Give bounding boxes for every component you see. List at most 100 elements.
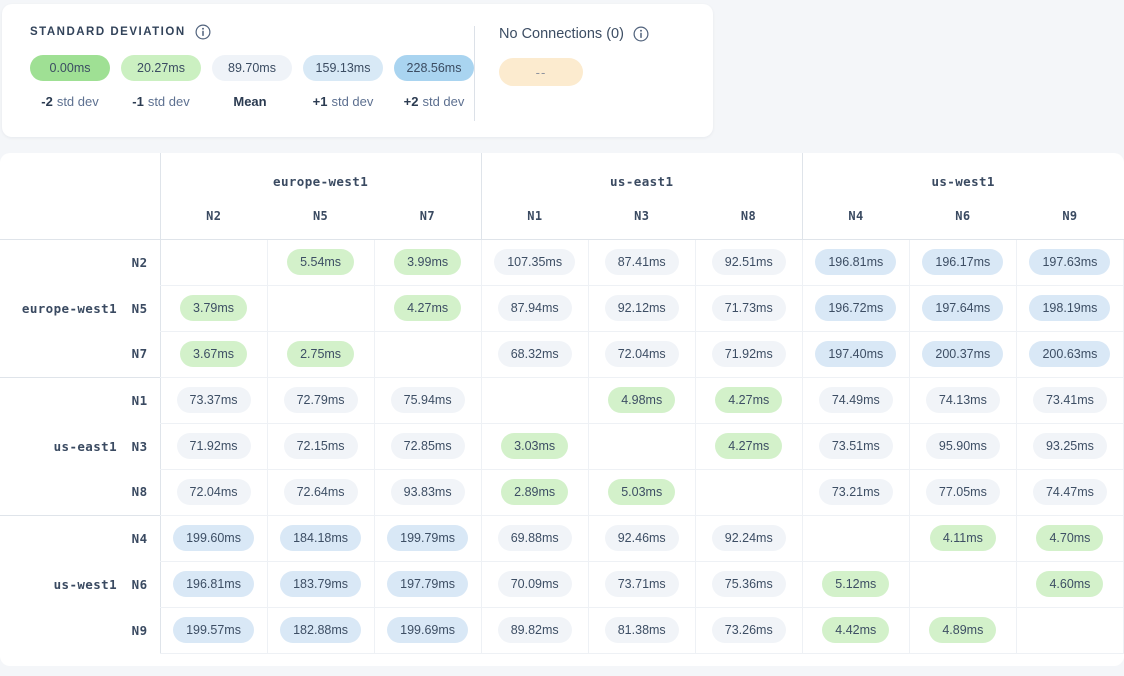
latency-pill[interactable]: 183.79ms — [280, 571, 361, 597]
latency-pill[interactable]: 92.46ms — [605, 525, 679, 551]
latency-pill[interactable]: 4.60ms — [1036, 571, 1103, 597]
latency-pill[interactable]: 72.15ms — [284, 433, 358, 459]
latency-pill[interactable]: 72.64ms — [284, 479, 358, 505]
latency-pill[interactable]: 4.11ms — [930, 525, 996, 551]
latency-pill[interactable]: 4.27ms — [715, 387, 782, 413]
latency-pill[interactable]: 196.72ms — [815, 295, 896, 321]
latency-pill[interactable]: 89.82ms — [498, 617, 572, 643]
latency-cell: 69.88ms — [481, 515, 588, 561]
latency-pill[interactable]: 4.89ms — [929, 617, 996, 643]
latency-pill[interactable]: 199.79ms — [387, 525, 468, 551]
latency-pill[interactable]: 74.49ms — [819, 387, 893, 413]
latency-cell: 4.11ms — [909, 515, 1016, 561]
latency-pill[interactable]: 200.37ms — [922, 341, 1003, 367]
latency-pill[interactable]: 3.79ms — [180, 295, 247, 321]
latency-cell: 3.99ms — [374, 239, 481, 285]
latency-pill[interactable]: 198.19ms — [1029, 295, 1110, 321]
latency-pill[interactable]: 92.24ms — [712, 525, 786, 551]
latency-pill[interactable]: 74.13ms — [926, 387, 1000, 413]
latency-pill[interactable]: 73.51ms — [819, 433, 893, 459]
latency-pill[interactable]: 4.98ms — [608, 387, 675, 413]
latency-cell: 5.12ms — [802, 561, 909, 607]
column-group-header: us-west1 — [802, 153, 1123, 199]
latency-pill[interactable]: 196.81ms — [815, 249, 896, 275]
latency-pill[interactable]: 72.79ms — [284, 387, 358, 413]
latency-pill[interactable]: 72.04ms — [177, 479, 251, 505]
latency-pill[interactable]: 184.18ms — [280, 525, 361, 551]
latency-pill[interactable]: 73.71ms — [605, 571, 679, 597]
latency-cell: 3.67ms — [160, 331, 267, 377]
latency-pill[interactable]: 197.79ms — [387, 571, 468, 597]
latency-cell: 196.17ms — [909, 239, 1016, 285]
latency-cell: 93.25ms — [1016, 423, 1123, 469]
latency-pill[interactable]: 200.63ms — [1029, 341, 1110, 367]
latency-pill[interactable]: 69.88ms — [498, 525, 572, 551]
node-row-header: N3 — [118, 423, 160, 469]
latency-pill[interactable]: 2.75ms — [287, 341, 354, 367]
latency-pill[interactable]: 182.88ms — [280, 617, 361, 643]
legend-label: -2std dev — [30, 94, 110, 109]
latency-pill[interactable]: 196.81ms — [173, 571, 254, 597]
latency-cell: 70.09ms — [481, 561, 588, 607]
latency-cell: 72.04ms — [588, 331, 695, 377]
latency-cell: 4.27ms — [374, 285, 481, 331]
latency-pill[interactable]: 71.92ms — [712, 341, 786, 367]
latency-pill[interactable]: 92.12ms — [605, 295, 679, 321]
latency-pill[interactable]: 93.83ms — [391, 479, 465, 505]
latency-pill[interactable]: 4.42ms — [822, 617, 889, 643]
node-column-header: N5 — [267, 199, 374, 239]
latency-pill[interactable]: 81.38ms — [605, 617, 679, 643]
latency-pill[interactable]: 71.73ms — [712, 295, 786, 321]
latency-pill[interactable]: 74.47ms — [1033, 479, 1107, 505]
latency-cell: 196.81ms — [802, 239, 909, 285]
latency-pill[interactable]: 197.63ms — [1029, 249, 1110, 275]
latency-cell: 4.42ms — [802, 607, 909, 653]
latency-pill[interactable]: 92.51ms — [712, 249, 786, 275]
latency-pill[interactable]: 199.69ms — [387, 617, 468, 643]
latency-pill[interactable]: 107.35ms — [494, 249, 575, 275]
latency-pill[interactable]: 71.92ms — [177, 433, 251, 459]
region-row-header: us-east1 — [0, 377, 118, 515]
latency-pill[interactable]: 196.17ms — [922, 249, 1003, 275]
latency-pill[interactable]: 73.37ms — [177, 387, 251, 413]
latency-pill[interactable]: 5.12ms — [822, 571, 889, 597]
latency-pill[interactable]: 87.41ms — [605, 249, 679, 275]
latency-pill[interactable]: 68.32ms — [498, 341, 572, 367]
latency-pill[interactable]: 93.25ms — [1033, 433, 1107, 459]
latency-pill[interactable]: 72.04ms — [605, 341, 679, 367]
latency-pill[interactable]: 70.09ms — [498, 571, 572, 597]
latency-pill[interactable]: 5.03ms — [608, 479, 675, 505]
latency-pill[interactable]: 73.21ms — [819, 479, 893, 505]
latency-pill[interactable]: 3.03ms — [501, 433, 568, 459]
latency-pill[interactable]: 73.41ms — [1033, 387, 1107, 413]
self-latency-cell — [588, 423, 695, 469]
latency-pill[interactable]: 4.27ms — [715, 433, 782, 459]
info-icon[interactable] — [633, 26, 649, 42]
latency-pill[interactable]: 199.57ms — [173, 617, 254, 643]
column-group-header: europe-west1 — [160, 153, 481, 199]
latency-pill[interactable]: 199.60ms — [173, 525, 254, 551]
latency-pill[interactable]: 77.05ms — [926, 479, 1000, 505]
latency-pill[interactable]: 73.26ms — [712, 617, 786, 643]
info-icon[interactable] — [195, 24, 211, 40]
latency-pill[interactable]: 3.99ms — [394, 249, 461, 275]
latency-pill[interactable]: 197.40ms — [815, 341, 896, 367]
latency-cell: 5.54ms — [267, 239, 374, 285]
latency-pill[interactable]: 2.89ms — [501, 479, 568, 505]
latency-pill[interactable]: 75.36ms — [712, 571, 786, 597]
latency-pill[interactable]: 4.27ms — [394, 295, 461, 321]
latency-pill[interactable]: 3.67ms — [180, 341, 247, 367]
latency-pill[interactable]: 5.54ms — [287, 249, 354, 275]
latency-pill[interactable]: 87.94ms — [498, 295, 572, 321]
latency-pill[interactable]: 197.64ms — [922, 295, 1003, 321]
latency-pill[interactable]: 4.70ms — [1036, 525, 1103, 551]
latency-pill[interactable]: 95.90ms — [926, 433, 1000, 459]
legend-label: Mean — [212, 94, 292, 109]
node-row-header: N5 — [118, 285, 160, 331]
latency-pill[interactable]: 75.94ms — [391, 387, 465, 413]
std-deviation-title: STANDARD DEVIATION — [30, 26, 186, 38]
self-latency-cell — [1016, 607, 1123, 653]
latency-pill[interactable]: 72.85ms — [391, 433, 465, 459]
self-latency-cell — [160, 239, 267, 285]
no-connections-legend: No Connections (0) -- — [475, 24, 649, 137]
